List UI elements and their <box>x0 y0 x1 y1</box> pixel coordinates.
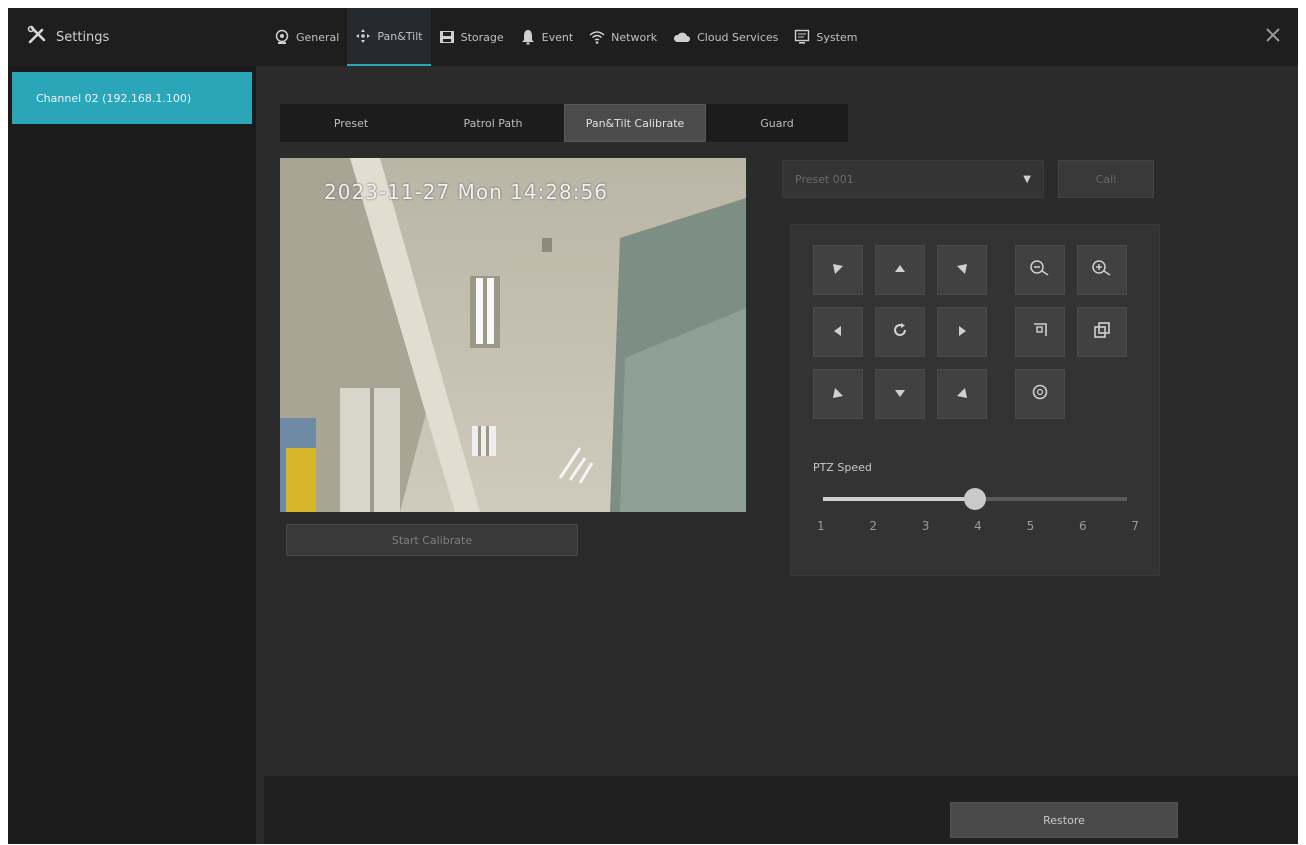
arrow-down-left-icon <box>831 385 845 404</box>
ptz-speed-fill <box>823 497 975 501</box>
sidebar-item-label: Channel 02 (192.168.1.100) <box>36 91 192 105</box>
tab-calibrate[interactable]: Pan&Tilt Calibrate <box>564 104 706 142</box>
nav-storage[interactable]: Storage <box>431 8 512 66</box>
footer-bar: Restore <box>264 776 1298 844</box>
ptz-up-left-button[interactable] <box>813 245 863 295</box>
call-button[interactable]: Call <box>1058 160 1154 198</box>
ptz-down-button[interactable] <box>875 369 925 419</box>
zoom-out-button[interactable] <box>1015 245 1065 295</box>
ptz-up-right-button[interactable] <box>937 245 987 295</box>
tab-label: Patrol Path <box>463 116 523 130</box>
tab-label: Guard <box>760 116 794 130</box>
tab-label: Preset <box>333 116 369 130</box>
arrow-up-icon <box>893 261 907 280</box>
nav-network[interactable]: Network <box>581 8 665 66</box>
camera-scene <box>280 158 746 512</box>
tab-label: Pan&Tilt Calibrate <box>585 116 685 130</box>
ptz-speed-slider[interactable] <box>823 488 1127 510</box>
button-label: Restore <box>1043 813 1085 827</box>
nav-ptz[interactable]: Pan&Tilt <box>347 8 431 66</box>
arrow-down-right-icon <box>955 385 969 404</box>
nav-cloud[interactable]: Cloud Services <box>665 8 786 66</box>
close-icon <box>1265 27 1281 47</box>
zoom-in-icon <box>1091 259 1113 281</box>
ptz-control-panel: PTZ Speed 1 2 3 4 5 6 7 <box>790 224 1160 576</box>
app-title: Settings <box>56 29 110 45</box>
monitor-icon <box>794 29 810 45</box>
speed-tick: 3 <box>921 519 930 533</box>
app-brand: Settings <box>26 24 109 50</box>
speed-tick: 7 <box>1131 519 1139 533</box>
ptz-auto-rotate-button[interactable] <box>875 307 925 357</box>
ptz-speed-ticks: 1 2 3 4 5 6 7 <box>817 519 1139 533</box>
speed-tick: 2 <box>869 519 878 533</box>
tab-patrol-path[interactable]: Patrol Path <box>422 104 564 142</box>
tools-icon <box>26 24 48 50</box>
focus-far-icon <box>1093 321 1111 343</box>
iris-icon <box>1031 383 1049 405</box>
chevron-down-icon: ▼ <box>1023 173 1031 185</box>
camera-icon <box>274 29 290 45</box>
zoom-in-button[interactable] <box>1077 245 1127 295</box>
speed-tick: 5 <box>1026 519 1035 533</box>
event-icon <box>520 29 536 45</box>
ptz-right-button[interactable] <box>937 307 987 357</box>
settings-window: Settings General Pan&Tilt Storage Event … <box>8 8 1298 844</box>
ptz-icon <box>355 28 371 44</box>
nav-label: Cloud Services <box>697 30 779 44</box>
nav-label: General <box>296 30 340 44</box>
nav-system[interactable]: System <box>786 8 865 66</box>
arrow-left-icon <box>831 323 845 342</box>
storage-icon <box>439 29 455 45</box>
refresh-icon <box>892 322 908 342</box>
cloud-icon <box>673 29 691 45</box>
focus-far-button[interactable] <box>1077 307 1127 357</box>
ptz-speed-knob[interactable] <box>964 488 986 510</box>
preset-select-value: Preset 001 <box>795 172 854 186</box>
button-label: Call <box>1095 172 1117 186</box>
tab-guard[interactable]: Guard <box>706 104 848 142</box>
start-calibrate-button[interactable]: Start Calibrate <box>286 524 578 556</box>
arrow-down-icon <box>893 385 907 404</box>
nav-label: System <box>816 30 858 44</box>
nav-label: Event <box>541 30 574 44</box>
focus-near-icon <box>1031 321 1049 343</box>
nav-label: Pan&Tilt <box>377 29 423 43</box>
ptz-down-right-button[interactable] <box>937 369 987 419</box>
sub-tabs: Preset Patrol Path Pan&Tilt Calibrate Gu… <box>280 104 848 142</box>
speed-tick: 1 <box>817 519 825 533</box>
sidebar-item-channel[interactable]: Channel 02 (192.168.1.100) <box>12 72 252 124</box>
focus-near-button[interactable] <box>1015 307 1065 357</box>
arrow-up-right-icon <box>955 261 969 280</box>
sidebar: Channel 02 (192.168.1.100) <box>8 66 256 844</box>
ptz-left-button[interactable] <box>813 307 863 357</box>
top-bar: Settings General Pan&Tilt Storage Event … <box>8 8 1298 66</box>
arrow-right-icon <box>955 323 969 342</box>
zoom-out-icon <box>1029 259 1051 281</box>
video-timestamp-osd: 2023-11-27 Mon 14:28:56 <box>324 180 608 204</box>
arrow-up-left-icon <box>831 261 845 280</box>
nav-general[interactable]: General <box>266 8 347 66</box>
speed-tick: 6 <box>1078 519 1087 533</box>
nav-label: Storage <box>460 30 504 44</box>
main-nav: General Pan&Tilt Storage Event Network C… <box>266 8 865 66</box>
close-button[interactable] <box>1260 24 1286 50</box>
main-content: Preset Patrol Path Pan&Tilt Calibrate Gu… <box>264 66 1298 844</box>
nav-label: Network <box>611 30 658 44</box>
live-video-preview[interactable]: 2023-11-27 Mon 14:28:56 <box>280 158 746 512</box>
iris-button[interactable] <box>1015 369 1065 419</box>
nav-event[interactable]: Event <box>512 8 582 66</box>
button-label: Start Calibrate <box>391 533 473 547</box>
restore-button[interactable]: Restore <box>950 802 1178 838</box>
ptz-speed-label: PTZ Speed <box>813 461 872 474</box>
preset-select[interactable]: Preset 001 ▼ <box>782 160 1044 198</box>
ptz-down-left-button[interactable] <box>813 369 863 419</box>
ptz-up-button[interactable] <box>875 245 925 295</box>
wifi-icon <box>589 29 605 45</box>
tab-preset[interactable]: Preset <box>280 104 422 142</box>
speed-tick: 4 <box>974 519 982 533</box>
